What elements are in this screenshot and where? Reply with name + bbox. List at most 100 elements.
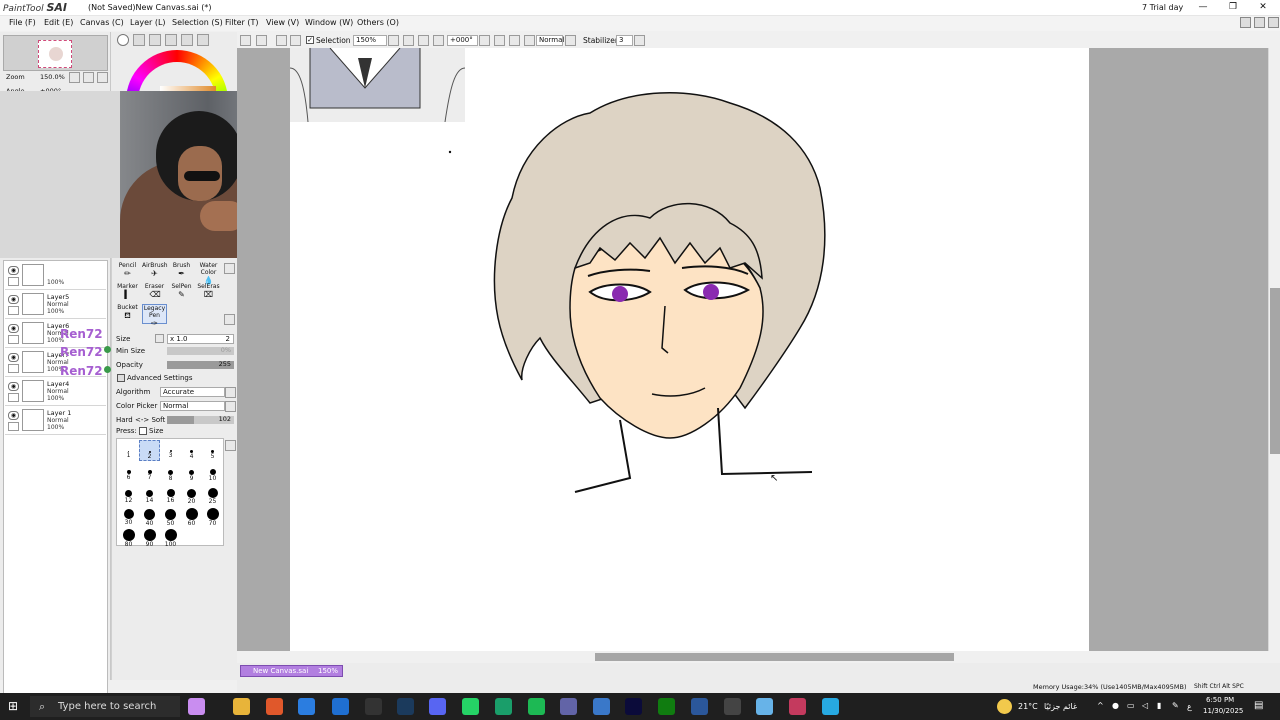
brush-size-option[interactable]: 12 (118, 482, 139, 504)
panel-layout-button[interactable] (1268, 17, 1279, 28)
rgb-slider-mode-icon[interactable] (133, 34, 145, 46)
minimize-button[interactable]: — (1188, 0, 1218, 15)
color-picker-select[interactable]: Normal (160, 401, 225, 411)
brush-size-option[interactable]: 70 (202, 503, 223, 527)
blend-mode-field[interactable]: Normal (536, 35, 564, 46)
brush-size-option[interactable]: 7 (139, 461, 160, 482)
navigator[interactable] (3, 35, 108, 71)
invert-selection-button[interactable] (290, 35, 301, 46)
tool-bucket[interactable]: Bucket ⛾ (115, 304, 140, 324)
teams-icon[interactable] (560, 698, 577, 715)
eye-icon[interactable]: ◉ (8, 411, 19, 420)
tool-panel-scroll-up[interactable] (224, 263, 235, 274)
press-size-checkbox[interactable] (139, 427, 147, 435)
color-extra-icon[interactable] (197, 34, 209, 46)
zoom-in-button[interactable] (418, 35, 429, 46)
rotate-reset-button[interactable] (509, 35, 520, 46)
pen-icon[interactable]: ✎ (1172, 701, 1179, 710)
menu-window[interactable]: Window (W) (305, 18, 353, 27)
store-icon[interactable] (298, 698, 315, 715)
windows-start-icon[interactable]: ⊞ (8, 700, 21, 713)
zoom-field[interactable]: 150% (353, 35, 387, 46)
obs-icon[interactable] (365, 698, 382, 715)
navigator-zoom-in-button[interactable] (83, 72, 94, 83)
layer-clip-checkbox[interactable] (8, 306, 19, 315)
selection-checkbox[interactable]: ✓ (306, 36, 314, 44)
hard-soft-slider[interactable]: 102 (167, 415, 234, 424)
maximize-button[interactable]: ❐ (1218, 0, 1248, 15)
discord-icon[interactable] (429, 698, 446, 715)
canvas-paper[interactable]: ↖ (290, 48, 1089, 651)
word-icon[interactable] (691, 698, 708, 715)
notes-icon[interactable] (822, 698, 839, 715)
copilot-icon[interactable] (188, 698, 205, 715)
brush-size-option[interactable]: 20 (181, 482, 202, 505)
flip-button[interactable] (524, 35, 535, 46)
brush-size-option[interactable]: 90 (139, 524, 160, 548)
brush-size-option[interactable]: 3 (160, 440, 181, 461)
tool-marker[interactable]: Marker ▍ (115, 283, 140, 303)
opacity-slider[interactable]: 255 (167, 360, 234, 369)
undo-button[interactable] (240, 35, 251, 46)
eye-icon[interactable]: ◉ (8, 295, 19, 304)
eye-icon[interactable]: ◉ (8, 353, 19, 362)
advanced-settings-toggle[interactable] (117, 374, 125, 382)
tool-brush[interactable]: Brush ✒ (169, 262, 194, 282)
redo-button[interactable] (256, 35, 267, 46)
tool-seleras[interactable]: SelEras ⌧ (196, 283, 221, 303)
zoom-dropdown-button[interactable] (388, 35, 399, 46)
menu-view[interactable]: View (V) (266, 18, 299, 27)
brush-size-option[interactable]: 60 (181, 503, 202, 527)
tray-chevron-icon[interactable]: ^ (1097, 701, 1104, 710)
color-picker-dropdown-button[interactable] (225, 401, 236, 412)
brush-size-option[interactable]: 8 (160, 461, 181, 482)
brush-size-option[interactable]: 10 (202, 461, 223, 482)
clock-date[interactable]: 11/30/2025 (1203, 707, 1243, 715)
navigator-reset-button[interactable] (97, 72, 108, 83)
brush-grid-scroll-up[interactable] (225, 440, 236, 451)
layer-clip-checkbox[interactable] (8, 364, 19, 373)
brush-size-option[interactable]: 9 (181, 461, 202, 482)
canvas-area[interactable]: ↖ (237, 48, 1268, 651)
min-size-slider[interactable]: 0% (167, 346, 234, 355)
weather-icon[interactable] (997, 699, 1012, 714)
algorithm-dropdown-button[interactable] (225, 387, 236, 398)
brush-size-option[interactable]: 2 (139, 440, 160, 461)
stabilizer-field[interactable]: 3 (616, 35, 633, 46)
color-wheel-mode-icon[interactable] (117, 34, 129, 46)
taskbar-search[interactable]: ⌕ Type here to search (30, 696, 180, 717)
horizontal-scroll-thumb[interactable] (595, 653, 954, 661)
painttool-icon[interactable] (756, 698, 773, 715)
menu-canvas[interactable]: Canvas (C) (80, 18, 124, 27)
panel-layout-button[interactable] (1254, 17, 1265, 28)
size-field[interactable]: x 1.0 2 (167, 334, 234, 344)
document-tab[interactable]: New Canvas.sai 150% (240, 665, 343, 677)
network-icon[interactable]: ▭ (1127, 701, 1135, 710)
layer-row[interactable]: ◉ 100% (5, 262, 106, 290)
zoom-reset-button[interactable] (433, 35, 444, 46)
layer-clip-checkbox[interactable] (8, 277, 19, 286)
layer-row[interactable]: ◉ Layer5 Normal 100% (5, 291, 106, 319)
vertical-scroll-thumb[interactable] (1270, 288, 1280, 454)
scratchpad-mode-icon[interactable] (181, 34, 193, 46)
spotify-icon[interactable] (528, 698, 545, 715)
volume-icon[interactable]: ◁ (1142, 701, 1148, 710)
brush-size-option[interactable]: 30 (118, 503, 139, 526)
eye-icon[interactable]: ◉ (8, 266, 19, 275)
menu-layer[interactable]: Layer (L) (130, 18, 166, 27)
eye-icon[interactable]: ◉ (8, 382, 19, 391)
terminal-icon[interactable] (625, 698, 642, 715)
hsv-slider-mode-icon[interactable] (149, 34, 161, 46)
vpn-icon[interactable] (593, 698, 610, 715)
deselect-button[interactable] (276, 35, 287, 46)
brush-size-option[interactable]: 100 (160, 524, 181, 548)
zoom-out-button[interactable] (403, 35, 414, 46)
brush-size-option[interactable]: 14 (139, 482, 160, 504)
microphone-icon[interactable]: ● (1112, 701, 1119, 710)
navigator-zoom-out-button[interactable] (69, 72, 80, 83)
notification-icon[interactable]: ▤ (1254, 700, 1263, 711)
swatches-mode-icon[interactable] (165, 34, 177, 46)
xbox-icon[interactable] (658, 698, 675, 715)
rotate-left-button[interactable] (479, 35, 490, 46)
language-indicator[interactable]: ع (1187, 702, 1192, 711)
